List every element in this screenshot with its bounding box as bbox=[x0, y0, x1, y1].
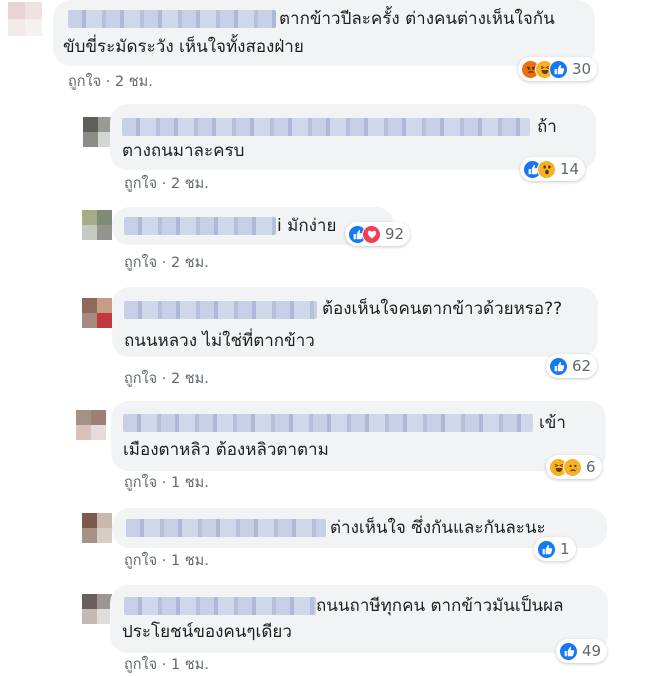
comment-text: ขับขี่ระมัดระวัง เห็นใจทั้งสองฝ่าย bbox=[63, 37, 304, 57]
timestamp[interactable]: · 2 ชม. bbox=[162, 176, 209, 192]
reaction-summary[interactable]: 30 bbox=[518, 57, 598, 81]
comment-text: เมืองตาหลิว ต้องหลิวตาตาม bbox=[123, 440, 329, 460]
reaction-summary[interactable]: 6 bbox=[546, 455, 602, 479]
comment-meta: ถูกใจ · 2 ชม. bbox=[124, 251, 209, 274]
like-link[interactable]: ถูกใจ bbox=[124, 371, 157, 387]
like-link[interactable]: ถูกใจ bbox=[124, 475, 157, 491]
comment-meta: ถูกใจ · 2 ชม. bbox=[124, 367, 209, 390]
comment-text: ต่างเห็นใจ ซึ่งกันและกันละนะ bbox=[330, 518, 546, 538]
comment-text: ตากข้าวปีละครั้ง ต่างคนต่างเห็นใจกัน bbox=[279, 9, 555, 29]
comment-meta: ถูกใจ · 1 ชม. bbox=[124, 653, 209, 676]
like-icon bbox=[559, 641, 578, 661]
like-icon bbox=[537, 539, 556, 559]
commenter-name-blurred[interactable] bbox=[122, 118, 530, 136]
avatar[interactable] bbox=[82, 594, 112, 624]
comment-meta: ถูกใจ · 2 ชม. bbox=[124, 172, 209, 195]
comment-meta: ถูกใจ · 2 ชม. bbox=[68, 70, 153, 93]
reaction-count: 62 bbox=[572, 357, 592, 375]
comment-bubble: เข้า เมืองตาหลิว ต้องหลิวตาตาม bbox=[111, 401, 606, 471]
reaction-count: 30 bbox=[572, 60, 592, 78]
reaction-summary[interactable]: 14 bbox=[520, 157, 586, 181]
timestamp[interactable]: · 2 ชม. bbox=[162, 371, 209, 387]
commenter-name-blurred[interactable] bbox=[124, 301, 317, 319]
reaction-summary[interactable]: 1 bbox=[534, 537, 576, 561]
reaction-summary[interactable]: 92 bbox=[345, 222, 411, 246]
reaction-count: 1 bbox=[560, 540, 570, 558]
reaction-count: 6 bbox=[586, 458, 596, 476]
commenter-name-blurred[interactable] bbox=[68, 10, 276, 28]
reaction-summary[interactable]: 49 bbox=[556, 639, 608, 663]
comment-text: ถ้า bbox=[537, 117, 557, 137]
comment-meta: ถูกใจ · 1 ชม. bbox=[124, 471, 209, 494]
wow-icon bbox=[537, 159, 556, 179]
commenter-name-blurred[interactable] bbox=[124, 597, 316, 615]
comment-bubble: ต่างเห็นใจ ซึ่งกันและกันละนะ bbox=[112, 508, 607, 548]
comment-bubble: ต้องเห็นใจคนตากข้าวด้วยหรอ?? ถนนหลวง ไม่… bbox=[112, 287, 598, 357]
timestamp[interactable]: · 1 ชม. bbox=[162, 553, 209, 569]
timestamp[interactable]: · 2 ชม. bbox=[162, 255, 209, 271]
avatar[interactable] bbox=[82, 298, 112, 328]
like-icon bbox=[549, 356, 568, 376]
comment-text: ประโยชน์ของคนๆเดียว bbox=[122, 622, 292, 642]
sad-icon bbox=[563, 457, 582, 477]
commenter-name-blurred[interactable] bbox=[123, 414, 533, 432]
love-icon bbox=[362, 224, 381, 244]
avatar[interactable] bbox=[76, 410, 106, 440]
avatar[interactable] bbox=[8, 2, 42, 36]
commenter-name-blurred[interactable] bbox=[126, 519, 326, 537]
comment-text: ถนนถาษีทุกคน ตากข้าวมันเป็นผล bbox=[316, 596, 564, 616]
avatar[interactable] bbox=[83, 117, 113, 147]
like-link[interactable]: ถูกใจ bbox=[124, 176, 157, 192]
comment-bubble: ถนนถาษีทุกคน ตากข้าวมันเป็นผล ประโยชน์ขอ… bbox=[110, 585, 608, 653]
like-link[interactable]: ถูกใจ bbox=[124, 553, 157, 569]
avatar[interactable] bbox=[82, 513, 112, 543]
timestamp[interactable]: · 2 ชม. bbox=[106, 74, 153, 90]
like-icon bbox=[549, 59, 568, 79]
comment-meta: ถูกใจ · 1 ชม. bbox=[124, 549, 209, 572]
comment-text: ต้องเห็นใจคนตากข้าวด้วยหรอ?? bbox=[322, 299, 563, 319]
avatar[interactable] bbox=[82, 210, 112, 240]
like-link[interactable]: ถูกใจ bbox=[68, 74, 101, 90]
reaction-count: 92 bbox=[385, 225, 405, 243]
like-link[interactable]: ถูกใจ bbox=[124, 255, 157, 271]
reaction-count: 14 bbox=[560, 160, 580, 178]
reaction-summary[interactable]: 62 bbox=[546, 354, 598, 378]
timestamp[interactable]: · 1 ชม. bbox=[162, 475, 209, 491]
comment-bubble: ตากข้าวปีละครั้ง ต่างคนต่างเห็นใจกัน ขับ… bbox=[53, 0, 595, 66]
comment-text: ตางถนมาละครบ bbox=[122, 141, 245, 161]
comment-text: i มักง่าย bbox=[277, 216, 337, 236]
commenter-name-blurred[interactable] bbox=[124, 217, 276, 235]
comment-text: เข้า bbox=[539, 413, 566, 433]
comment-text: ถนนหลวง ไม่ใช่ที่ตากข้าว bbox=[124, 331, 315, 351]
reaction-count: 49 bbox=[582, 642, 602, 660]
